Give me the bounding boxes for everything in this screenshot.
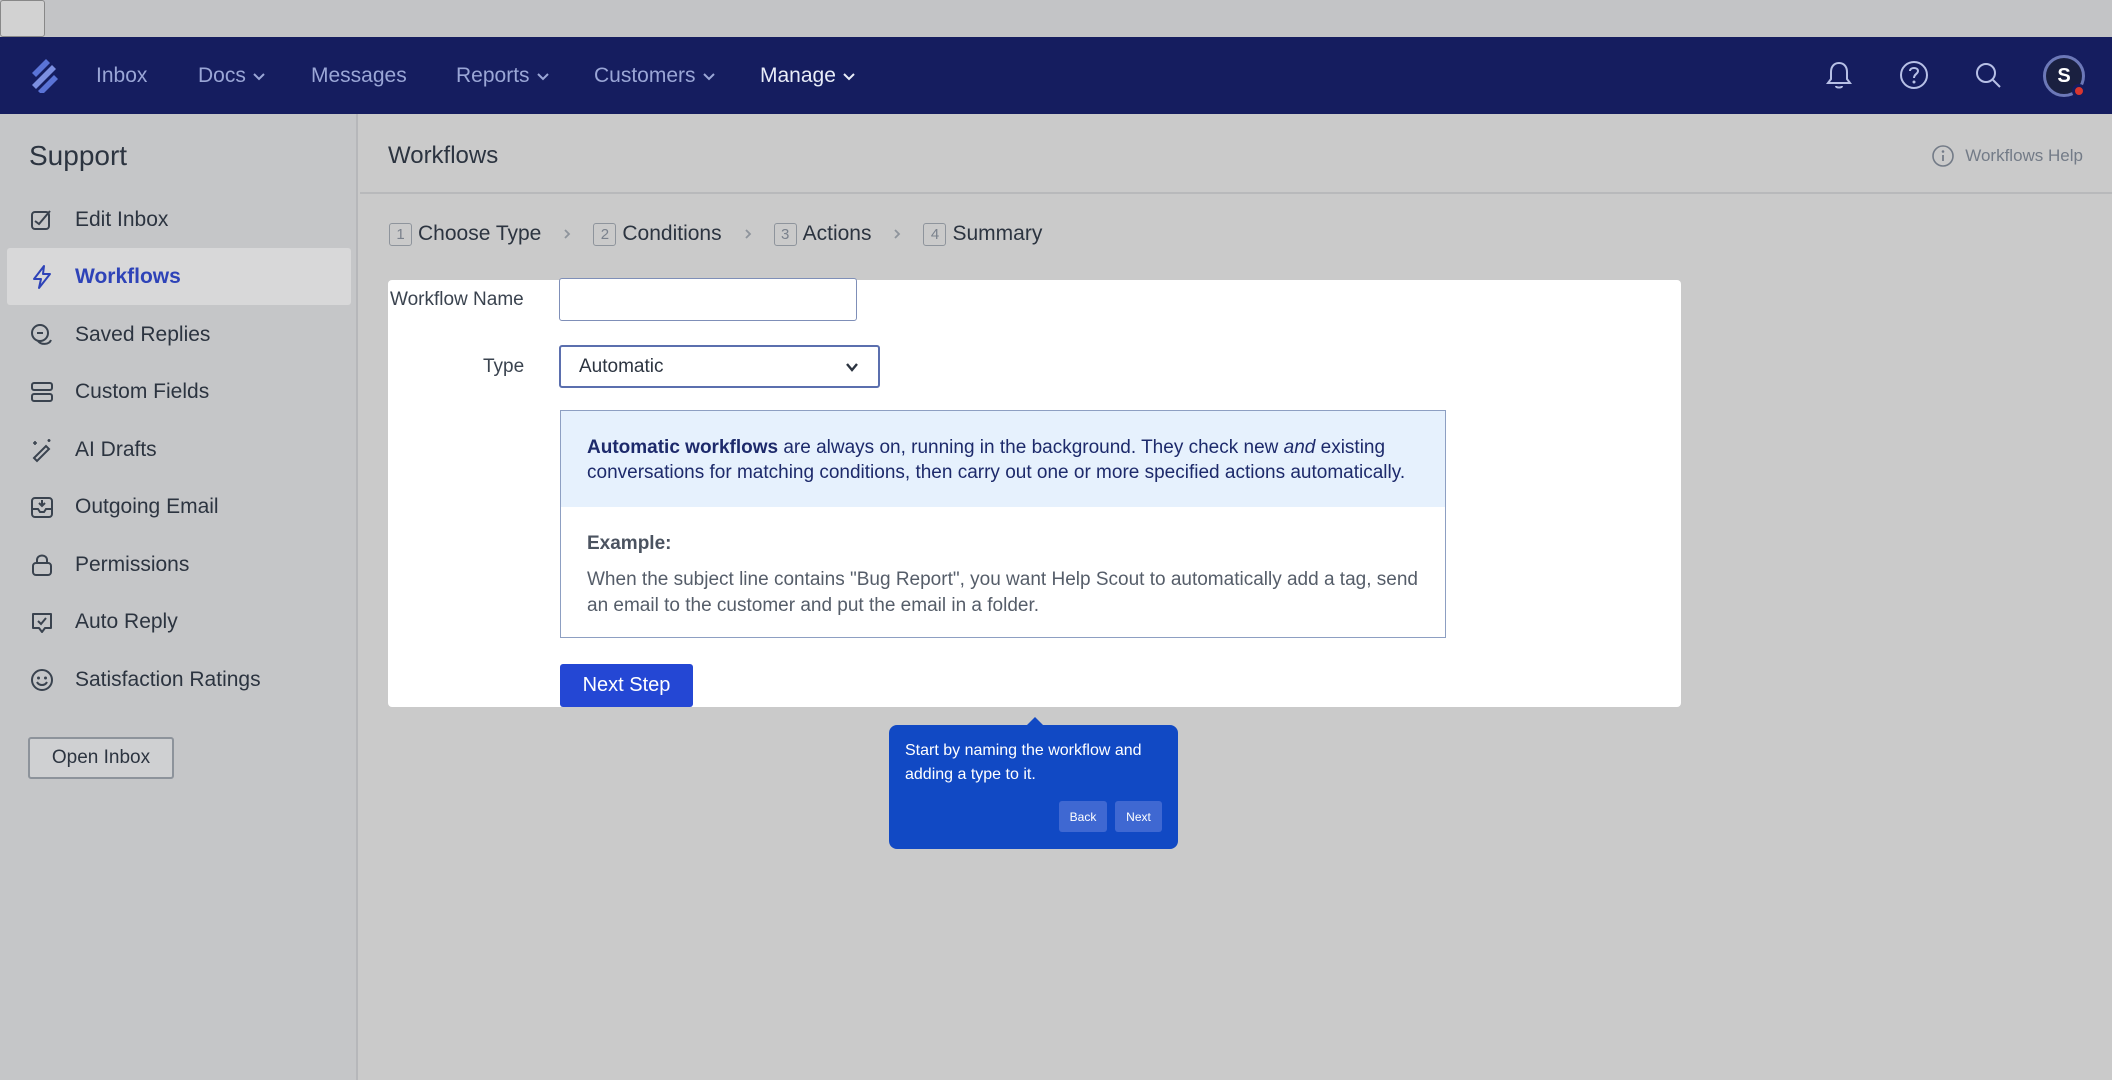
help-link-label: Workflows Help bbox=[1965, 146, 2083, 165]
sidebar-item-saved-replies[interactable]: Saved Replies bbox=[7, 306, 351, 363]
edit-inbox-icon bbox=[31, 209, 51, 230]
info-example: Example: When the subject line contains … bbox=[587, 531, 1427, 619]
avatar-initial: S bbox=[2057, 64, 2071, 87]
tooltip-back-button[interactable]: Back bbox=[1059, 801, 1107, 832]
helpscout-logo-icon[interactable] bbox=[30, 59, 60, 93]
chevron-down-icon bbox=[536, 72, 549, 80]
search-icon[interactable] bbox=[1970, 57, 2006, 93]
workflows-help-link[interactable]: Workflows Help bbox=[1931, 144, 2083, 168]
sidebar-item-outgoing-email[interactable]: Outgoing Email bbox=[7, 478, 351, 535]
step-actions[interactable]: 3 Actions bbox=[773, 222, 872, 246]
chevron-down-icon bbox=[253, 72, 265, 80]
sidebar-item-label: Satisfaction Ratings bbox=[75, 667, 261, 691]
next-step-button[interactable]: Next Step bbox=[560, 664, 693, 707]
nav-inbox-label: Inbox bbox=[96, 63, 148, 87]
step-label: Choose Type bbox=[418, 222, 542, 245]
sidebar-item-permissions[interactable]: Permissions bbox=[7, 536, 351, 593]
top-navbar: Inbox Docs Messages Reports Customers Ma… bbox=[0, 37, 2112, 114]
chevron-right-icon bbox=[564, 229, 571, 239]
page-title: Workflows bbox=[388, 142, 499, 169]
sidebar-item-edit-inbox[interactable]: Edit Inbox bbox=[7, 191, 351, 248]
workflow-name-input[interactable] bbox=[559, 278, 857, 321]
nav-customers-label: Customers bbox=[594, 63, 696, 87]
nav-reports-label: Reports bbox=[456, 63, 530, 87]
type-select[interactable]: Automatic bbox=[559, 345, 880, 388]
help-icon[interactable] bbox=[1896, 57, 1932, 93]
info-description: Automatic workflows are always on, runni… bbox=[561, 411, 1445, 507]
sidebar-item-label: AI Drafts bbox=[75, 437, 157, 461]
sidebar-item-label: Edit Inbox bbox=[75, 207, 169, 231]
browser-top-strip bbox=[0, 0, 2112, 37]
sidebar-item-workflows[interactable]: Workflows bbox=[7, 248, 351, 305]
sidebar-item-auto-reply[interactable]: Auto Reply bbox=[7, 593, 351, 650]
open-inbox-button[interactable]: Open Inbox bbox=[28, 737, 174, 779]
fields-icon bbox=[31, 381, 53, 402]
nav-inbox[interactable]: Inbox bbox=[96, 37, 147, 114]
step-number: 2 bbox=[593, 222, 617, 246]
magic-pen-icon bbox=[32, 438, 51, 462]
workflow-name-label: Workflow Name bbox=[390, 289, 524, 310]
info-italic: and bbox=[1283, 437, 1316, 458]
chevron-down-icon bbox=[702, 72, 715, 80]
workflow-form-card: Workflow Name Type Automatic Automatic w… bbox=[388, 278, 1681, 707]
info-bold: Automatic workflows bbox=[587, 437, 779, 458]
lock-icon bbox=[32, 554, 52, 576]
chevron-down-icon bbox=[846, 362, 858, 372]
step-number: 4 bbox=[923, 222, 947, 246]
step-label: Summary bbox=[952, 222, 1043, 245]
nav-customers[interactable]: Customers bbox=[594, 37, 716, 114]
nav-reports[interactable]: Reports bbox=[456, 37, 550, 114]
sidebar-item-satisfaction-ratings[interactable]: Satisfaction Ratings bbox=[7, 651, 351, 708]
sidebar-item-label: Workflows bbox=[75, 264, 181, 288]
step-summary[interactable]: 4 Summary bbox=[923, 222, 1042, 246]
nav-manage[interactable]: Manage bbox=[760, 37, 856, 114]
nav-messages-label: Messages bbox=[311, 63, 407, 87]
browser-tab-button[interactable] bbox=[0, 0, 45, 37]
smiley-icon bbox=[31, 668, 53, 691]
step-number: 3 bbox=[773, 222, 797, 246]
nav-manage-label: Manage bbox=[760, 63, 836, 87]
example-text: When the subject line contains "Bug Repo… bbox=[587, 569, 1418, 616]
sidebar-item-label: Permissions bbox=[75, 552, 190, 576]
onboarding-tooltip: Start by naming the workflow and adding … bbox=[889, 717, 1178, 849]
tooltip-next-button[interactable]: Next bbox=[1115, 801, 1162, 832]
chevron-right-icon bbox=[894, 229, 901, 239]
nav-docs[interactable]: Docs bbox=[198, 37, 266, 114]
sidebar-item-label: Auto Reply bbox=[75, 609, 178, 633]
sidebar-item-label: Saved Replies bbox=[75, 322, 211, 346]
workflow-stepper: 1 Choose Type 2 Conditions 3 Actions 4 S… bbox=[389, 222, 1042, 246]
tooltip-text: Start by naming the workflow and adding … bbox=[905, 742, 1142, 783]
type-select-value: Automatic bbox=[579, 355, 664, 377]
chevron-right-icon bbox=[744, 229, 751, 239]
step-choose-type[interactable]: 1 Choose Type bbox=[389, 222, 541, 246]
type-label: Type bbox=[483, 356, 525, 377]
step-label: Actions bbox=[802, 222, 872, 245]
info-icon bbox=[1932, 145, 1955, 167]
main-header: Workflows Workflows Help bbox=[360, 114, 2112, 194]
example-label: Example: bbox=[587, 533, 672, 554]
outbox-icon bbox=[31, 496, 53, 518]
status-dot bbox=[2072, 84, 2086, 98]
chat-bubbles-icon bbox=[31, 323, 52, 345]
step-number: 1 bbox=[389, 222, 412, 246]
step-label: Conditions bbox=[622, 222, 722, 245]
type-info-box: Automatic workflows are always on, runni… bbox=[560, 410, 1446, 638]
nav-docs-label: Docs bbox=[198, 63, 246, 87]
lightning-icon bbox=[33, 264, 51, 289]
bell-icon[interactable] bbox=[1821, 57, 1857, 93]
user-avatar[interactable]: S bbox=[2043, 55, 2086, 98]
step-conditions[interactable]: 2 Conditions bbox=[593, 222, 722, 246]
sidebar-item-custom-fields[interactable]: Custom Fields bbox=[7, 363, 351, 420]
chevron-down-icon bbox=[843, 72, 855, 80]
sidebar-item-ai-drafts[interactable]: AI Drafts bbox=[7, 421, 351, 478]
sidebar-title: Support bbox=[29, 140, 128, 171]
nav-messages[interactable]: Messages bbox=[311, 37, 407, 114]
auto-reply-icon bbox=[32, 612, 52, 633]
sidebar-item-label: Custom Fields bbox=[75, 379, 210, 403]
info-text-1: are always on, running in the background… bbox=[778, 437, 1284, 458]
sidebar-item-label: Outgoing Email bbox=[75, 494, 219, 518]
